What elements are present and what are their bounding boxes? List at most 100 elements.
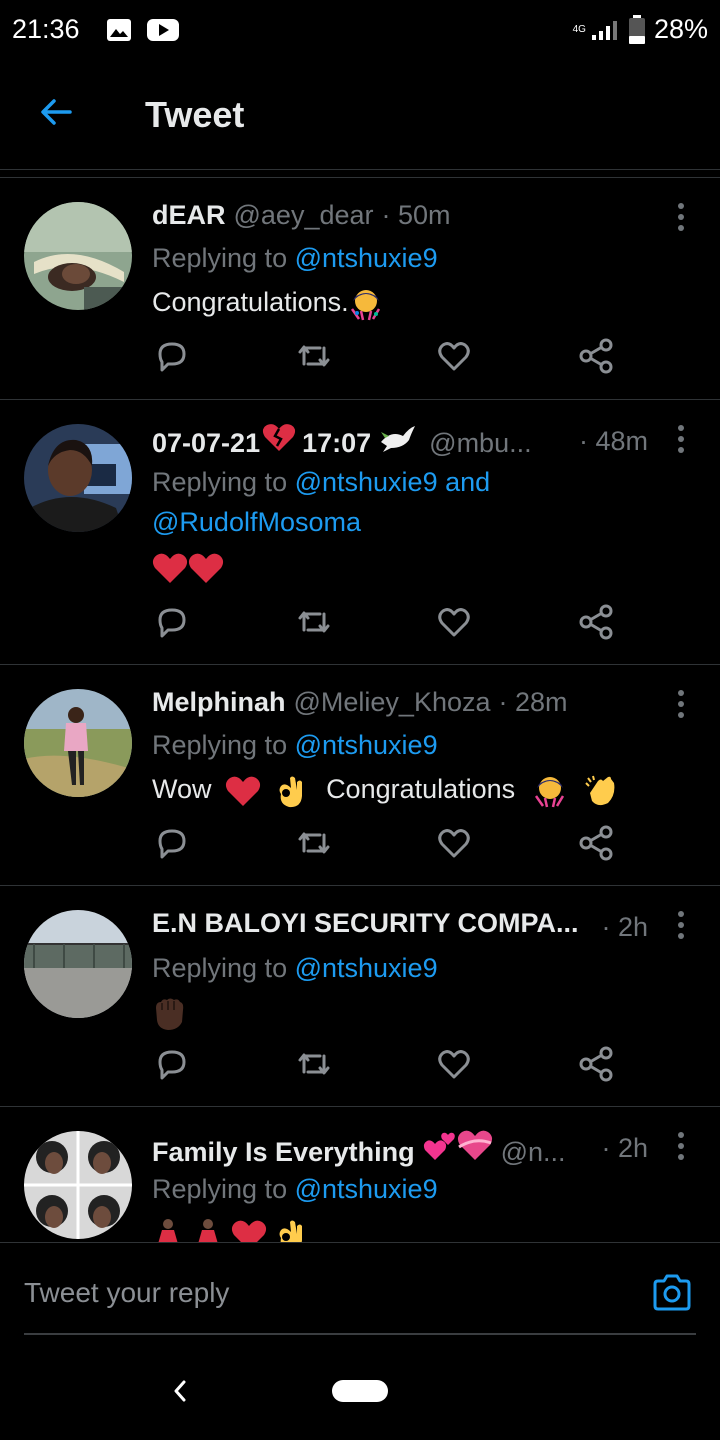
avatar[interactable]: [24, 689, 132, 797]
youtube-icon: [147, 19, 179, 41]
heart-with-ribbon-emoji-icon: [457, 1130, 492, 1160]
camera-icon[interactable]: [650, 1271, 694, 1315]
avatar[interactable]: [24, 202, 132, 310]
more-options-icon[interactable]: [676, 424, 686, 454]
arrow-left-icon[interactable]: [34, 90, 78, 134]
signal-icon: [591, 20, 617, 40]
more-options-icon[interactable]: [676, 910, 686, 940]
avatar[interactable]: [24, 910, 132, 1018]
share-icon[interactable]: [576, 823, 616, 863]
nav-home-pill[interactable]: [332, 1380, 388, 1402]
tweet-time: · 48m: [578, 426, 648, 456]
mention-link[interactable]: @RudolfMosoma: [152, 507, 361, 537]
more-options-icon[interactable]: [676, 202, 686, 232]
tweet-header: 07-07-21 17:07 @mbu...: [152, 422, 532, 458]
top-app-bar: Tweet: [0, 62, 720, 170]
author-name[interactable]: Family Is Everything: [152, 1137, 415, 1168]
retweet-icon[interactable]: [294, 602, 334, 642]
nav-back-icon[interactable]: [168, 1376, 192, 1406]
heart-emoji-icon: [231, 1220, 267, 1242]
replying-prefix: Replying to: [152, 953, 295, 983]
replying-prefix: Replying to: [152, 467, 295, 497]
author-handle[interactable]: @Meliey_Khoza: [294, 687, 491, 718]
author-handle[interactable]: @aey_dear: [234, 200, 374, 231]
replying-to: Replying to @ntshuxie9: [152, 238, 438, 278]
like-icon[interactable]: [434, 1044, 474, 1084]
status-right: 4G 28%: [573, 14, 708, 45]
reply-icon[interactable]: [152, 823, 192, 863]
reply-tweet[interactable]: dEAR @aey_dear · 50m Replying to @ntshux…: [0, 178, 720, 400]
input-underline: [24, 1333, 696, 1335]
status-bar: 21:36 4G 28%: [0, 0, 720, 62]
ok-hand-emoji-icon: [279, 776, 302, 807]
author-name[interactable]: Melphinah: [152, 687, 286, 718]
tweet-time: · 28m: [498, 687, 568, 717]
share-icon[interactable]: [576, 602, 616, 642]
tweet-time: · 2h: [601, 1133, 648, 1163]
replying-prefix: Replying to: [152, 730, 295, 760]
tweet-text-before: Wow: [152, 774, 212, 804]
tweet-header: E.N BALOYI SECURITY COMPA...: [152, 908, 587, 944]
retweet-icon[interactable]: [294, 1044, 334, 1084]
party-person-emoji-icon: [350, 289, 380, 321]
tweet-time: · 50m: [381, 200, 451, 230]
tweet-text-after: Congratulations: [326, 774, 516, 804]
author-name-part2[interactable]: 17:07: [302, 428, 371, 459]
replying-prefix: Replying to: [152, 1174, 295, 1204]
mention-link[interactable]: @ntshuxie9: [295, 243, 438, 273]
reply-tweet[interactable]: 07-07-21 17:07 @mbu... · 48m Replying to…: [0, 400, 720, 665]
tweet-text: [152, 1213, 305, 1242]
battery-icon: [628, 14, 645, 44]
author-handle[interactable]: @mbu...: [429, 428, 531, 459]
tweet-actions: [152, 336, 632, 376]
mention-link[interactable]: @ntshuxie9 and: [295, 467, 491, 497]
replying-prefix: Replying to: [152, 243, 295, 273]
reply-tweet[interactable]: E.N BALOYI SECURITY COMPA... · 2h Replyi…: [0, 886, 720, 1107]
author-name[interactable]: 07-07-21: [152, 428, 260, 459]
heart-emoji-icon: [152, 553, 188, 583]
author-name[interactable]: dEAR: [152, 200, 226, 231]
retweet-icon[interactable]: [294, 823, 334, 863]
tweet-actions: [152, 823, 632, 863]
page-title: Tweet: [145, 94, 245, 135]
tweet-actions: [152, 602, 632, 642]
replying-to: Replying to @ntshuxie9 and @RudolfMosoma: [152, 462, 490, 542]
reply-input[interactable]: Tweet your reply: [24, 1277, 229, 1309]
share-icon[interactable]: [576, 336, 616, 376]
battery-percent: 28%: [653, 14, 708, 44]
reply-composer: Tweet your reply: [0, 1242, 720, 1342]
mention-link[interactable]: @ntshuxie9: [295, 730, 438, 760]
network-type: 4G: [572, 23, 586, 35]
status-time: 21:36: [12, 14, 80, 44]
like-icon[interactable]: [434, 602, 474, 642]
tweet-header: dEAR @aey_dear · 50m: [152, 200, 451, 236]
tweet-time: · 2h: [601, 912, 648, 942]
more-options-icon[interactable]: [676, 689, 686, 719]
clapping-hands-emoji-icon: [585, 775, 615, 805]
author-handle[interactable]: @n...: [501, 1137, 566, 1168]
avatar[interactable]: [24, 1131, 132, 1239]
reply-icon[interactable]: [152, 1044, 192, 1084]
two-hearts-emoji-icon: [423, 1132, 455, 1160]
share-icon[interactable]: [576, 1044, 616, 1084]
avatar[interactable]: [24, 424, 132, 532]
raised-fist-emoji-icon: [156, 998, 184, 1030]
reply-icon[interactable]: [152, 602, 192, 642]
retweet-icon[interactable]: [294, 336, 334, 376]
heart-emoji-icon: [225, 776, 261, 806]
like-icon[interactable]: [434, 823, 474, 863]
reply-tweet[interactable]: Melphinah @Meliey_Khoza · 28m Replying t…: [0, 665, 720, 886]
party-person-emoji-icon: [534, 776, 564, 808]
reply-icon[interactable]: [152, 336, 192, 376]
broken-heart-emoji-icon: [263, 424, 296, 451]
more-options-icon[interactable]: [676, 1131, 686, 1161]
tweet-text: [152, 992, 186, 1032]
author-name[interactable]: E.N BALOYI SECURITY COMPA...: [152, 908, 579, 939]
reply-tweet[interactable]: Family Is Everything @n... · 2h Replying…: [0, 1107, 720, 1242]
tweet-text-content: Congratulations.: [152, 287, 349, 317]
ok-hand-emoji-icon: [279, 1220, 302, 1242]
mention-link[interactable]: @ntshuxie9: [295, 953, 438, 983]
mention-link[interactable]: @ntshuxie9: [295, 1174, 438, 1204]
tweet-text: [152, 546, 224, 586]
like-icon[interactable]: [434, 336, 474, 376]
